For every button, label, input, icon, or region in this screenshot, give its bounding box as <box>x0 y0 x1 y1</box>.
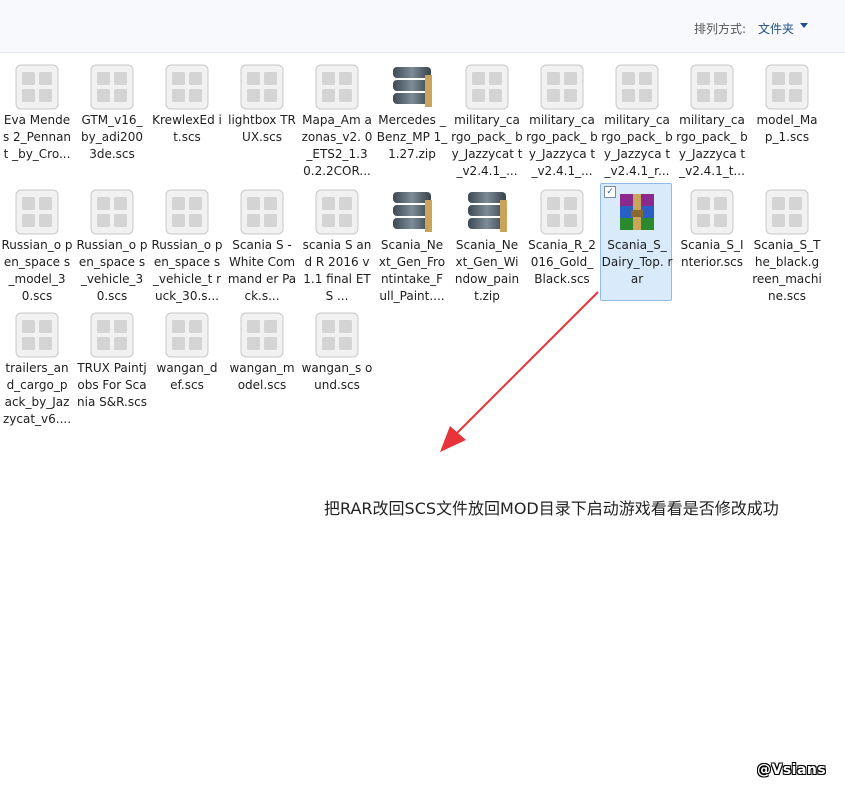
file-item[interactable]: wangan_s ound.scs <box>300 306 372 424</box>
sort-dropdown[interactable]: 文件夹 <box>758 20 794 37</box>
file-name: military_ca rgo_pack_ by_Jazzyca t_v2.4.… <box>676 113 748 178</box>
file-name: Scania_R_2 016_Gold_ Black.scs <box>528 238 596 286</box>
file-name: GTM_v16_ by_adi200 3de.scs <box>81 113 143 161</box>
file-item[interactable]: lightbox TRUX.scs <box>225 58 297 176</box>
file-name: military_ca rgo_pack_ by_Jazzyca t_v2.4.… <box>601 113 673 178</box>
generic-file-icon <box>89 63 135 111</box>
generic-file-icon <box>89 188 135 236</box>
archive-stack-icon <box>464 188 510 236</box>
generic-file-icon <box>164 63 210 111</box>
generic-file-icon <box>314 311 360 359</box>
file-name: model_Ma p_1.scs <box>756 113 818 144</box>
archive-stack-icon <box>389 188 435 236</box>
generic-file-icon <box>689 63 735 111</box>
file-name: TRUX Paintjobs For Scania S&R.scs <box>77 361 147 409</box>
file-item[interactable]: KrewlexEd it.scs <box>150 58 222 176</box>
sort-label: 排列方式: <box>694 22 747 36</box>
file-item[interactable]: Scania_S_T he_black.g reen_machi ne.scs <box>750 183 822 303</box>
file-name: wangan_d ef.scs <box>156 361 218 392</box>
file-item[interactable]: Scania S - White Command er Pack.s... <box>225 183 297 303</box>
generic-file-icon <box>539 188 585 236</box>
file-item[interactable]: model_Ma p_1.scs <box>750 58 822 176</box>
file-name: Scania_Ne xt_Gen_Fro ntintake_F ull_Pain… <box>378 238 446 303</box>
file-item[interactable]: military_ca rgo_pack_ by_Jazzyca t_v2.4.… <box>600 58 673 178</box>
file-name: KrewlexEd it.scs <box>152 113 222 144</box>
generic-file-icon <box>314 63 360 111</box>
file-name: Scania_S_I nterior.scs <box>680 238 744 269</box>
generic-file-icon <box>239 63 285 111</box>
file-item[interactable]: Scania_Ne xt_Gen_Fro ntintake_F ull_Pain… <box>375 183 447 303</box>
file-item[interactable]: Scania_Ne xt_Gen_Wi ndow_pain t.zip <box>450 183 522 303</box>
file-item[interactable]: scania S and R 2016 v1.1 final ETS ... <box>300 183 372 303</box>
file-name: trailers_an d_cargo_p ack_by_Jaz zycat_v… <box>2 361 72 426</box>
file-name: lightbox TRUX.scs <box>228 113 296 144</box>
file-name: Mercedes _Benz_MP 1_1.27.zip <box>376 113 448 161</box>
file-item[interactable]: ✓ Scania_S_ Dairy_Top. rar <box>600 183 672 301</box>
winrar-archive-icon <box>614 188 660 236</box>
generic-file-icon <box>14 63 60 111</box>
file-item[interactable]: wangan_m odel.scs <box>225 306 297 424</box>
file-item[interactable]: Eva Mendes 2_Pennant _by_Cro... <box>0 58 72 176</box>
annotation-text: 把RAR改回SCS文件放回MOD目录下启动游戏看看是否修改成功 <box>324 499 779 518</box>
file-item[interactable]: Mercedes _Benz_MP 1_1.27.zip <box>375 58 447 176</box>
file-item[interactable]: Russian_o pen_space s_vehicle_t ruck_30.… <box>150 183 222 303</box>
file-item[interactable]: Russian_o pen_space s_model_3 0.scs <box>0 183 72 303</box>
generic-file-icon <box>689 188 735 236</box>
file-item[interactable]: trailers_an d_cargo_p ack_by_Jaz zycat_v… <box>0 306 72 426</box>
generic-file-icon <box>89 311 135 359</box>
watermark: @Vsians <box>757 762 827 778</box>
generic-file-icon <box>164 188 210 236</box>
generic-file-icon <box>764 188 810 236</box>
file-name: Scania_Ne xt_Gen_Wi ndow_pain t.zip <box>454 238 520 303</box>
file-item[interactable]: Scania_R_2 016_Gold_ Black.scs <box>525 183 597 301</box>
generic-file-icon <box>539 63 585 111</box>
file-item[interactable]: GTM_v16_ by_adi200 3de.scs <box>75 58 147 176</box>
file-name: Mapa_Am azonas_v2. 0_ETS2_1.3 0.2.2COR..… <box>301 113 373 178</box>
file-item[interactable]: Russian_o pen_space s_vehicle_3 0.scs <box>75 183 147 303</box>
file-item[interactable]: military_ca rgo_pack_ by_Jazzycat t_v2.4… <box>450 58 523 178</box>
file-item[interactable]: Scania_S_I nterior.scs <box>675 183 747 301</box>
file-name: Scania S - White Command er Pack.s... <box>227 238 297 303</box>
file-item[interactable]: Mapa_Am azonas_v2. 0_ETS2_1.3 0.2.2COR..… <box>300 58 372 178</box>
archive-stack-icon <box>389 63 435 111</box>
file-name: wangan_s ound.scs <box>301 361 373 392</box>
generic-file-icon <box>614 63 660 111</box>
file-item[interactable]: TRUX Paintjobs For Scania S&R.scs <box>75 306 147 424</box>
file-name: wangan_m odel.scs <box>229 361 295 392</box>
file-name: military_ca rgo_pack_ by_Jazzyca t_v2.4.… <box>526 113 598 178</box>
file-item[interactable]: wangan_d ef.scs <box>150 306 222 424</box>
file-name: scania S and R 2016 v1.1 final ETS ... <box>302 238 372 303</box>
file-name: Russian_o pen_space s_vehicle_t ruck_30.… <box>151 238 223 303</box>
generic-file-icon <box>464 63 510 111</box>
selection-checkbox[interactable]: ✓ <box>604 186 616 198</box>
file-name: Russian_o pen_space s_vehicle_3 0.scs <box>76 238 148 303</box>
generic-file-icon <box>14 188 60 236</box>
file-name: military_ca rgo_pack_ by_Jazzycat t_v2.4… <box>451 113 523 178</box>
generic-file-icon <box>239 311 285 359</box>
generic-file-icon <box>764 63 810 111</box>
generic-file-icon <box>164 311 210 359</box>
generic-file-icon <box>314 188 360 236</box>
generic-file-icon <box>14 311 60 359</box>
file-item[interactable]: military_ca rgo_pack_ by_Jazzyca t_v2.4.… <box>675 58 748 178</box>
chevron-down-icon[interactable] <box>800 23 808 28</box>
file-name: Scania_S_ Dairy_Top. rar <box>601 238 673 286</box>
file-name: Eva Mendes 2_Pennant _by_Cro... <box>2 113 72 161</box>
generic-file-icon <box>239 188 285 236</box>
file-name: Scania_S_T he_black.g reen_machi ne.scs <box>752 238 822 303</box>
file-item[interactable]: military_ca rgo_pack_ by_Jazzyca t_v2.4.… <box>525 58 598 178</box>
file-name: Russian_o pen_space s_model_3 0.scs <box>1 238 73 303</box>
toolbar: 排列方式: 文件夹 <box>0 0 845 53</box>
